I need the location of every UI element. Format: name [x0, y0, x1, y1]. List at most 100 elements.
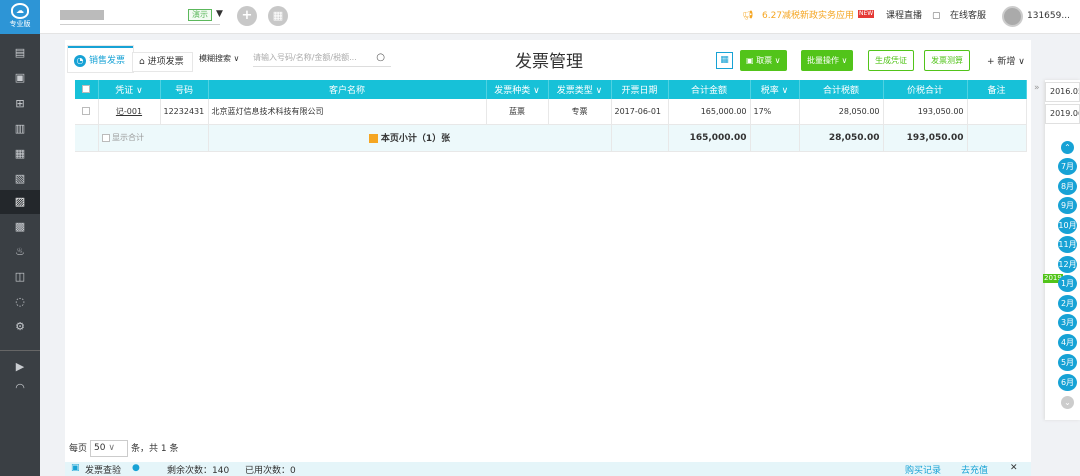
month-8[interactable]: 8月 — [1058, 178, 1077, 195]
row-checkbox[interactable] — [75, 99, 99, 125]
col-total: 价税合计 — [883, 80, 968, 99]
col-note: 备注 — [967, 80, 1027, 99]
per-page-label: 每页 — [69, 444, 88, 454]
pagination: 每页 50 ∨ 条，共 1 条 — [69, 440, 178, 457]
col-tax: 合计税额 — [799, 80, 884, 99]
take-invoice-button[interactable]: ▣ 取票 ∨ — [740, 50, 787, 71]
month-5[interactable]: 5月 — [1058, 354, 1077, 371]
online-service-link[interactable]: 在线客服 — [950, 10, 986, 22]
table-row[interactable]: 记-001 12232431 北京蓝灯信息技术科技有限公司 蓝票 专票 2017… — [75, 99, 1027, 125]
recharge-link[interactable]: 去充值 — [961, 463, 988, 476]
document-icon[interactable]: ▧ — [0, 167, 40, 191]
date-end[interactable]: 2019.06 — [1045, 104, 1080, 124]
cell-note — [967, 99, 1027, 125]
add-circle-icon[interactable]: + — [237, 6, 257, 26]
sum-tax: 28,050.00 — [799, 124, 884, 152]
speed-icon[interactable]: ◠ — [0, 376, 40, 400]
promo-link[interactable]: 6.27减税新政实务应用 — [762, 10, 854, 22]
col-voucher[interactable]: 凭证 ∨ — [98, 80, 161, 99]
month-7[interactable]: 7月 — [1058, 158, 1077, 175]
cell-customer: 北京蓝灯信息技术科技有限公司 — [208, 99, 487, 125]
chevron-down-icon[interactable]: ▼ — [216, 9, 223, 19]
month-2[interactable]: 2月 — [1058, 295, 1077, 312]
building-icon[interactable]: ▥ — [0, 117, 40, 141]
calendar-icon[interactable]: ▦ — [0, 142, 40, 166]
month-10[interactable]: 10月 — [1058, 217, 1077, 234]
megaphone-icon: 📢︎ — [742, 11, 754, 21]
payroll-icon[interactable]: ▩ — [0, 215, 40, 239]
avatar[interactable] — [1002, 6, 1023, 27]
month-12[interactable]: 12月 — [1058, 256, 1077, 273]
qr-code-icon[interactable]: ▦ — [716, 52, 733, 69]
month-4[interactable]: 4月 — [1058, 334, 1077, 351]
edition-label: 专业版 — [9, 20, 31, 28]
cell-number: 12232431 — [160, 99, 209, 125]
month-6[interactable]: 6月 — [1058, 374, 1077, 391]
search-input[interactable]: 请输入号码/名称/金额/税额... ○ — [253, 49, 391, 67]
live-course-link[interactable]: 课程直播 — [886, 10, 922, 22]
date-start[interactable]: 2016.05 — [1045, 82, 1080, 102]
col-invoice-kind[interactable]: 发票种类 ∨ — [486, 80, 549, 99]
total-count: 条，共 1 条 — [131, 444, 179, 454]
cell-amount: 165,000.00 — [668, 99, 751, 125]
add-new-button[interactable]: + 新增 ∨ — [987, 54, 1025, 67]
page-size-select[interactable]: 50 ∨ — [90, 440, 129, 457]
month-3[interactable]: 3月 — [1058, 314, 1077, 331]
ledger-icon[interactable]: ▣ — [0, 66, 40, 90]
search-icon[interactable]: ○ — [376, 49, 385, 67]
money-icon[interactable]: ♨ — [0, 240, 40, 264]
cloud-icon: ☁ — [11, 3, 29, 19]
generate-voucher-button[interactable]: 生成凭证 — [868, 50, 914, 71]
month-1[interactable]: 1月 — [1058, 275, 1077, 292]
select-all-checkbox[interactable] — [75, 80, 99, 99]
close-icon[interactable]: ✕ — [1010, 463, 1018, 473]
chevron-down-icon: ∨ — [108, 443, 115, 453]
settings-icon[interactable]: ⚙ — [0, 315, 40, 339]
purchase-icon: ⌂ — [139, 57, 148, 67]
tax-icon[interactable]: ◫ — [0, 265, 40, 289]
page-size-value: 50 — [94, 443, 106, 453]
topbar: 演示 ▼ + ▦ 📢︎ 6.27减税新政实务应用 NEW 课程直播 ▢ 在线客服… — [40, 0, 1080, 34]
invoice-icon[interactable]: ▨ — [0, 190, 40, 214]
month-9[interactable]: 9月 — [1058, 197, 1077, 214]
fuzzy-search-select[interactable]: 模糊搜索 ∨ — [199, 53, 239, 64]
batch-operation-button[interactable]: 批量操作 ∨ — [801, 50, 854, 71]
chevron-up-icon[interactable]: ⌃ — [1061, 141, 1074, 154]
chat-icon: ▢ — [932, 11, 941, 21]
cell-rate: 17% — [750, 99, 800, 125]
col-tax-rate[interactable]: 税率 ∨ — [750, 80, 800, 99]
report-icon[interactable]: ⊞ — [0, 92, 40, 116]
chevron-down-icon[interactable]: ⌄ — [1061, 396, 1074, 409]
checkbox-icon — [82, 107, 91, 116]
collapse-icon[interactable]: » — [1034, 83, 1040, 93]
show-total-toggle[interactable]: 显示合计 — [98, 124, 209, 152]
col-issue-date: 开票日期 — [611, 80, 669, 99]
new-badge: NEW — [858, 10, 875, 18]
col-amount: 合计金额 — [668, 80, 751, 99]
sidebar: ☁ 专业版 ▤ ▣ ⊞ ▥ ▦ ▧ ▨ ▩ ♨ ◫ ◌ ⚙ ▶ ◠ — [0, 0, 40, 476]
shield-icon[interactable]: ◌ — [0, 290, 40, 314]
sum-amount: 165,000.00 — [668, 124, 751, 152]
buy-record-link[interactable]: 购买记录 — [905, 463, 941, 476]
invoice-test-button[interactable]: 发票测算 — [924, 50, 970, 71]
tab-sales-invoice[interactable]: ◔ 销售发票 — [68, 46, 134, 72]
main-panel: ◔ 销售发票 ⌂ 进项发票 模糊搜索 ∨ 请输入号码/名称/金额/税额... ○ 发… — [65, 40, 1031, 476]
table-header: 凭证 ∨ 号码 客户名称 发票种类 ∨ 发票类型 ∨ 开票日期 合计金额 税率 … — [75, 80, 1027, 99]
cell-total: 193,050.00 — [883, 99, 968, 125]
sum-total: 193,050.00 — [883, 124, 968, 152]
app-logo[interactable]: ☁ 专业版 — [0, 0, 40, 34]
col-invoice-type[interactable]: 发票类型 ∨ — [548, 80, 612, 99]
tab-purchase-invoice[interactable]: ⌂ 进项发票 — [132, 52, 193, 72]
search-placeholder: 请输入号码/名称/金额/税额... — [253, 53, 357, 62]
month-11[interactable]: 11月 — [1058, 236, 1077, 253]
invoice-check-label[interactable]: 发票查验 — [85, 463, 121, 476]
checkbox-icon — [101, 133, 110, 142]
col-customer: 客户名称 — [208, 80, 487, 99]
cell-tax: 28,050.00 — [799, 99, 884, 125]
user-name[interactable]: 131659... — [1027, 10, 1070, 22]
footer-bar: ▣ 发票查验 ● 剩余次数：140 已用次数：0 购买记录 去充值 ✕ — [65, 462, 1031, 476]
voucher-icon[interactable]: ▤ — [0, 41, 40, 65]
apps-icon[interactable]: ▦ — [268, 6, 288, 26]
sidebar-divider — [0, 350, 40, 351]
voucher-link[interactable]: 记-001 — [116, 107, 142, 116]
